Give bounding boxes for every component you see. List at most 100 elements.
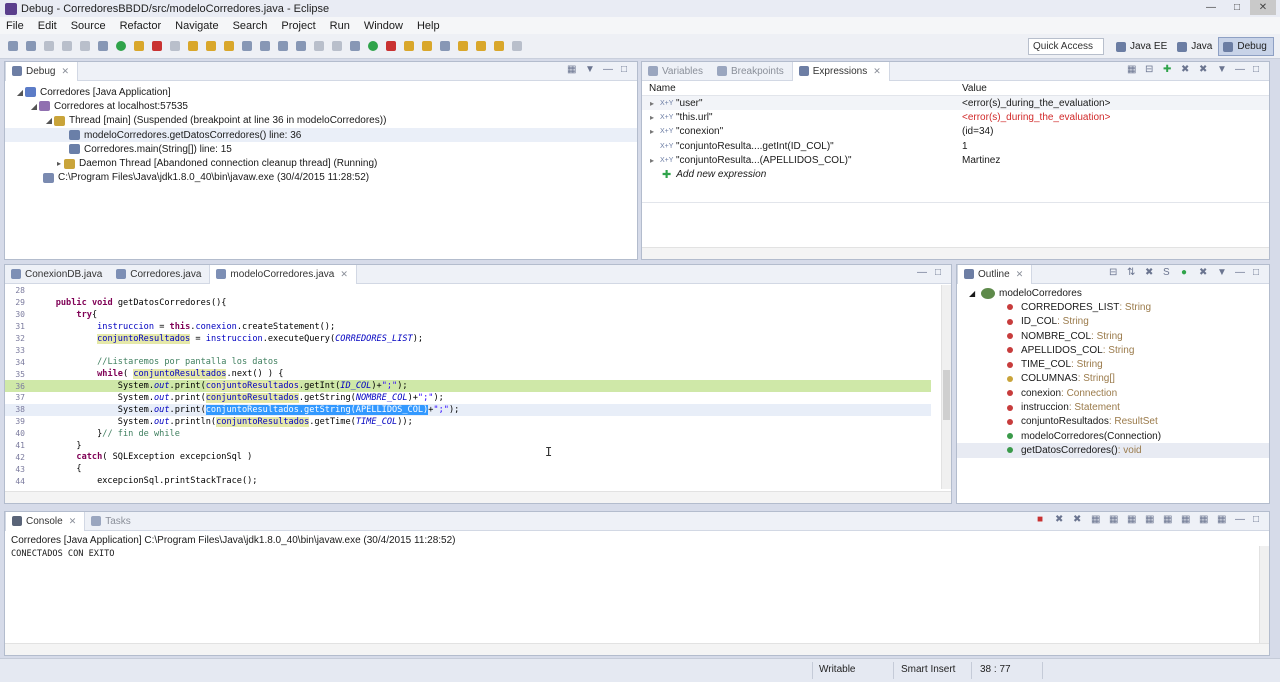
forward-icon[interactable]: [512, 41, 522, 51]
debug-run-icon[interactable]: [350, 41, 360, 51]
open-type-icon[interactable]: [278, 41, 288, 51]
menu-search[interactable]: Search: [233, 20, 268, 32]
maximize-button[interactable]: □: [1224, 0, 1250, 15]
remove-terminated-icon[interactable]: ▦: [567, 65, 577, 75]
show-type-names-icon[interactable]: ▦: [1127, 65, 1137, 75]
outline-item[interactable]: APELLIDOS_COL : String: [957, 343, 1269, 357]
expand-icon[interactable]: ▸: [54, 159, 64, 168]
scroll-thumb[interactable]: [943, 370, 950, 420]
tab-breakpoints[interactable]: Breakpoints: [711, 62, 792, 81]
outline-root[interactable]: ◢ modeloCorredores: [957, 286, 1269, 300]
step-into-icon[interactable]: [188, 41, 198, 51]
quick-access-input[interactable]: Quick Access: [1028, 38, 1104, 55]
step-over-icon[interactable]: [206, 41, 216, 51]
remove-launch-icon[interactable]: ✖: [1055, 515, 1065, 525]
tree-item[interactable]: C:\Program Files\Java\jdk1.8.0_40\bin\ja…: [5, 171, 637, 185]
open-icon[interactable]: [26, 41, 36, 51]
menu-file[interactable]: File: [6, 20, 24, 32]
code-editor[interactable]: 28 29 public void getDatosCorredores(){ …: [5, 285, 931, 489]
minimize-icon[interactable]: —: [1235, 268, 1245, 278]
save-icon[interactable]: [44, 41, 54, 51]
view-menu-icon[interactable]: ▼: [585, 65, 595, 75]
save-all-icon[interactable]: [62, 41, 72, 51]
expand-icon[interactable]: ◢: [29, 102, 39, 111]
sort-icon[interactable]: ⇅: [1127, 268, 1137, 278]
menu-help[interactable]: Help: [417, 20, 440, 32]
drop-to-frame-icon[interactable]: [242, 41, 252, 51]
menu-run[interactable]: Run: [330, 20, 350, 32]
expand-icon[interactable]: ▸: [650, 99, 660, 108]
disconnect-icon[interactable]: [170, 41, 180, 51]
outline-item[interactable]: ID_COL : String: [957, 315, 1269, 329]
print-icon[interactable]: [80, 41, 90, 51]
close-button[interactable]: ✕: [1250, 0, 1276, 15]
view-menu-icon[interactable]: ▼: [1217, 65, 1227, 75]
word-wrap-icon[interactable]: ▦: [1127, 515, 1137, 525]
vertical-scrollbar[interactable]: [941, 285, 951, 489]
remove-expression-icon[interactable]: ✖: [1181, 65, 1191, 75]
skip-breakpoints-icon[interactable]: [98, 41, 108, 51]
tree-item[interactable]: Corredores.main(String[]) line: 15: [5, 142, 637, 156]
expand-icon[interactable]: ◢: [15, 88, 25, 97]
show-stderr-icon[interactable]: ▦: [1163, 515, 1173, 525]
show-whitespace-icon[interactable]: [314, 41, 324, 51]
back-icon[interactable]: [494, 41, 504, 51]
expression-row[interactable]: X+Y "conjuntoResulta....getInt(ID_COL)" 1: [642, 139, 1269, 153]
outline-item[interactable]: COLUMNAS : String[]: [957, 372, 1269, 386]
annotation-prev-icon[interactable]: [476, 41, 486, 51]
run-icon[interactable]: [368, 41, 378, 51]
expression-row[interactable]: ▸ X+Y "this.url" <error(s)_during_the_evalu…: [642, 110, 1269, 124]
annotation-next-icon[interactable]: [458, 41, 468, 51]
vertical-scrollbar[interactable]: [1259, 546, 1269, 643]
display-console-icon[interactable]: ▦: [1199, 515, 1209, 525]
menu-project[interactable]: Project: [281, 20, 315, 32]
tree-item[interactable]: ▸ Daemon Thread [Abandoned connection cle…: [5, 156, 637, 170]
close-icon[interactable]: ✕: [61, 66, 69, 77]
maximize-icon[interactable]: □: [1253, 515, 1263, 525]
suspend-icon[interactable]: [134, 41, 144, 51]
new-package-icon[interactable]: [404, 41, 414, 51]
clear-console-icon[interactable]: ▦: [1091, 515, 1101, 525]
outline-item[interactable]: CORREDORES_LIST : String: [957, 300, 1269, 314]
minimize-icon[interactable]: —: [1235, 65, 1245, 75]
column-value[interactable]: Value: [955, 83, 987, 94]
collapse-all-icon[interactable]: ⊟: [1109, 268, 1119, 278]
menu-navigate[interactable]: Navigate: [175, 20, 218, 32]
horizontal-scrollbar[interactable]: [5, 643, 1269, 655]
menu-edit[interactable]: Edit: [38, 20, 57, 32]
perspective-java[interactable]: Java: [1173, 37, 1218, 56]
close-icon[interactable]: ✕: [1016, 269, 1024, 280]
tab-variables[interactable]: Variables: [642, 62, 711, 81]
hide-static-icon[interactable]: S: [1163, 268, 1173, 278]
column-name[interactable]: Name: [642, 83, 955, 94]
outline-item[interactable]: modeloCorredores(Connection): [957, 429, 1269, 443]
tab-expressions[interactable]: Expressions ✕: [791, 61, 890, 81]
link-editor-icon[interactable]: ✖: [1199, 268, 1209, 278]
outline-item[interactable]: conjuntoResultados : ResultSet: [957, 415, 1269, 429]
collapse-all-icon[interactable]: ⊟: [1145, 65, 1155, 75]
minimize-icon[interactable]: —: [603, 65, 613, 75]
terminate-icon[interactable]: [152, 41, 162, 51]
horizontal-scrollbar[interactable]: [642, 247, 1269, 259]
pin-console-icon[interactable]: ▦: [1181, 515, 1191, 525]
tab-conexiondb[interactable]: ConexionDB.java: [5, 265, 110, 284]
view-menu-icon[interactable]: ▼: [1217, 268, 1227, 278]
open-folder-icon[interactable]: [422, 41, 432, 51]
expand-icon[interactable]: ▸: [650, 156, 660, 165]
tab-debug[interactable]: Debug ✕: [5, 61, 79, 81]
minimize-button[interactable]: —: [1198, 0, 1224, 15]
outline-item[interactable]: TIME_COL : String: [957, 357, 1269, 371]
menu-refactor[interactable]: Refactor: [120, 20, 162, 32]
expand-icon[interactable]: ▸: [650, 127, 660, 136]
tree-item[interactable]: ◢ Corredores at localhost:57535: [5, 99, 637, 113]
tab-modelocorredores[interactable]: modeloCorredores.java ✕: [209, 264, 357, 284]
maximize-icon[interactable]: □: [935, 268, 945, 278]
perspective-java-ee[interactable]: Java EE: [1112, 37, 1173, 56]
outline-item[interactable]: conexion : Connection: [957, 386, 1269, 400]
search-tool-icon[interactable]: [440, 41, 450, 51]
expand-icon[interactable]: ◢: [969, 289, 981, 298]
external-tools-icon[interactable]: [386, 41, 396, 51]
step-return-icon[interactable]: [224, 41, 234, 51]
hide-fields-icon[interactable]: ✖: [1145, 268, 1155, 278]
remove-all-terminated-icon[interactable]: ✖: [1073, 515, 1083, 525]
